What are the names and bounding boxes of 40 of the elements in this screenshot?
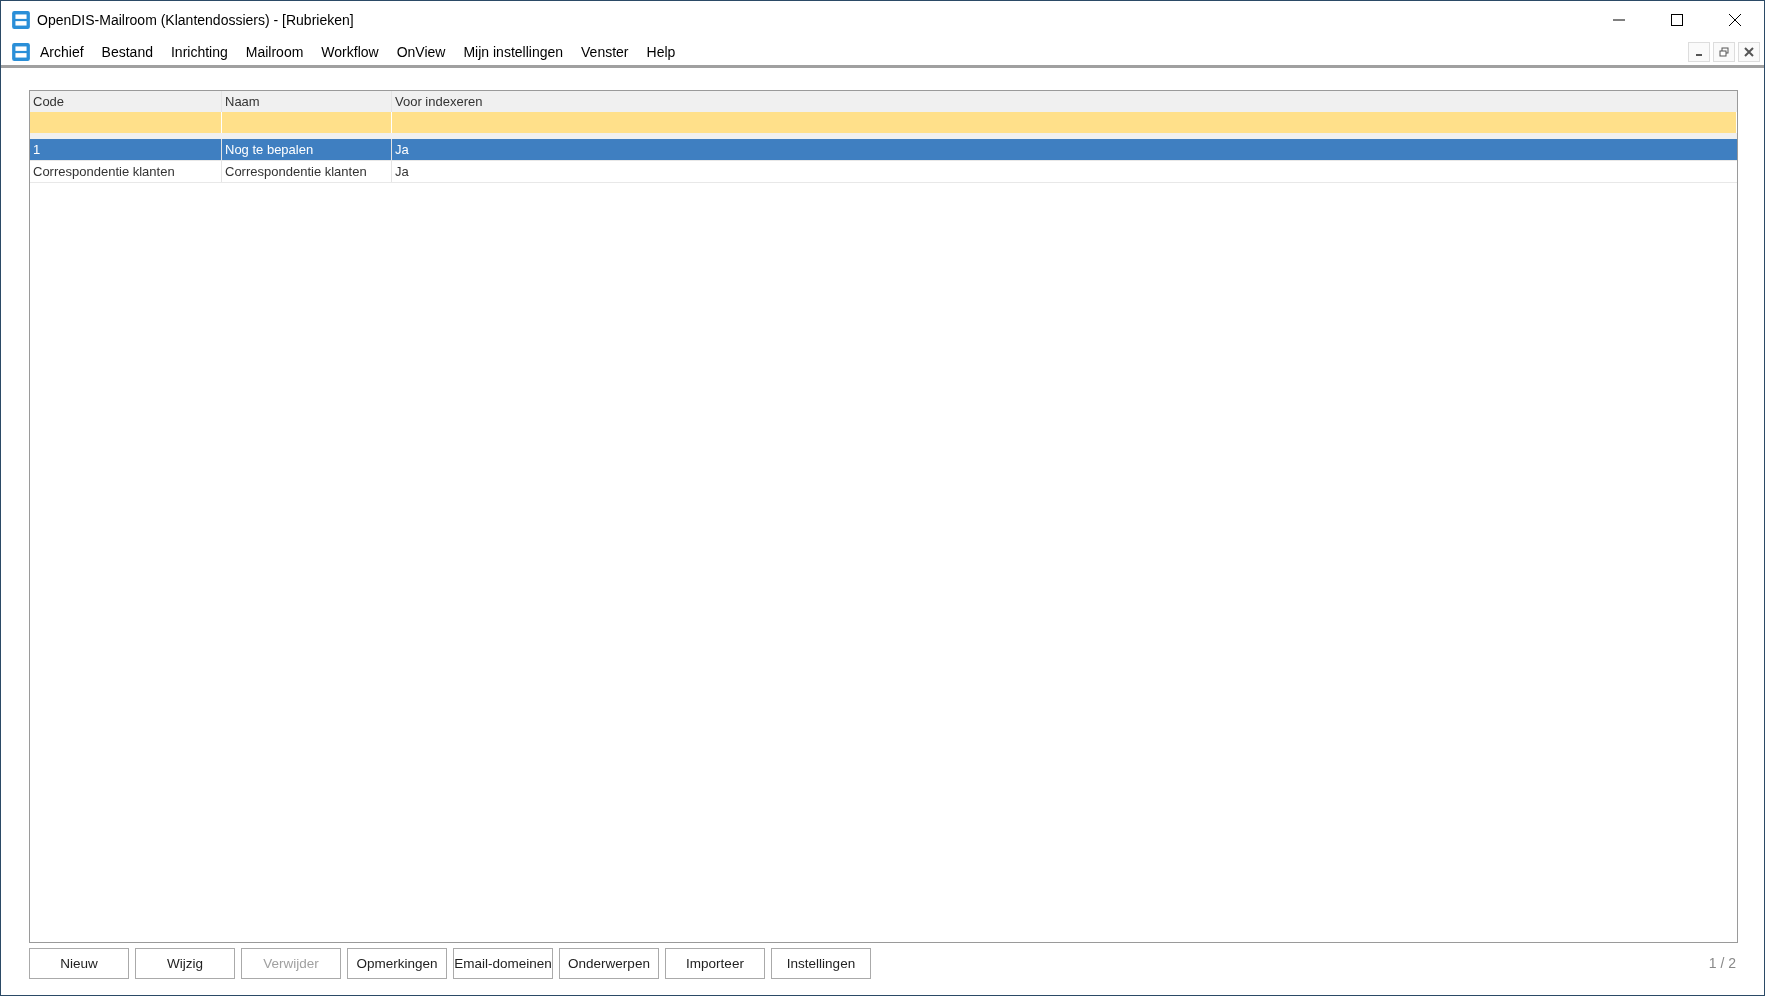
menu-item[interactable]: Inrichting bbox=[170, 44, 228, 60]
close-icon bbox=[1729, 14, 1741, 26]
menu-item[interactable]: Venster bbox=[581, 44, 629, 60]
action-button[interactable]: Onderwerpen bbox=[559, 947, 659, 979]
menu-item[interactable]: Mijn instellingen bbox=[463, 44, 564, 60]
table-row[interactable]: 1 Nog te bepalen Ja bbox=[30, 139, 1737, 161]
table-cell-text: Ja bbox=[394, 141, 410, 159]
action-button[interactable]: Instellingen bbox=[771, 947, 871, 979]
filter-field[interactable] bbox=[30, 112, 222, 133]
action-button[interactable]: Email-domeinen bbox=[453, 947, 553, 979]
table-cell: Correspondentie klanten bbox=[222, 161, 392, 182]
menu-item[interactable]: Workflow bbox=[321, 44, 379, 60]
table-cell: Correspondentie klanten bbox=[30, 161, 222, 182]
close-button[interactable] bbox=[1738, 42, 1760, 62]
action-button[interactable]: Wijzig bbox=[135, 947, 235, 979]
table-cell: 1 bbox=[30, 139, 222, 160]
minimize-icon bbox=[1696, 54, 1702, 56]
maximize-icon bbox=[1671, 14, 1683, 26]
action-button[interactable]: Importeer bbox=[665, 947, 765, 979]
action-button[interactable]: Nieuw bbox=[29, 947, 129, 979]
column-header[interactable]: Voor indexeren bbox=[392, 91, 1737, 112]
menu-item[interactable]: Help bbox=[646, 44, 676, 60]
restore-icon bbox=[1719, 47, 1729, 57]
table-row[interactable]: Correspondentie klanten Correspondentie klanten Ja bbox=[30, 161, 1737, 183]
table-cell: Nog te bepalen bbox=[222, 139, 392, 160]
cabinet-icon bbox=[11, 42, 31, 62]
action-button[interactable]: Opmerkingen bbox=[347, 947, 447, 979]
close-icon bbox=[1744, 47, 1754, 57]
table-cell-text: Ja bbox=[394, 163, 410, 181]
filter-field[interactable] bbox=[222, 112, 392, 133]
menu-item[interactable]: Mailroom bbox=[245, 44, 304, 60]
window-title: OpenDIS-Mailroom (Klantendossiers) - [Rubrieken] bbox=[37, 12, 354, 28]
menu-item[interactable]: OnView bbox=[396, 44, 446, 60]
filter-field[interactable] bbox=[392, 112, 1737, 133]
menu-item[interactable]: Bestand bbox=[101, 44, 153, 60]
cabinet-icon bbox=[11, 10, 31, 30]
menu-item[interactable]: Archief bbox=[40, 44, 84, 60]
minimize-button[interactable] bbox=[1688, 42, 1710, 62]
page-counter: 1 / 2 bbox=[1708, 955, 1736, 971]
restore-button[interactable] bbox=[1713, 42, 1735, 62]
